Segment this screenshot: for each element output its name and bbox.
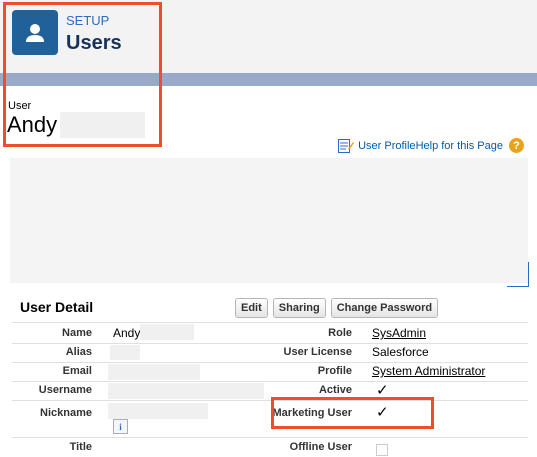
user-profile-icon	[338, 138, 355, 153]
field-label-nickname: Nickname	[40, 407, 92, 419]
section-title: User Detail	[20, 299, 94, 315]
redacted-block	[108, 364, 200, 380]
help-links: User Profile Help for this Page ?	[338, 138, 524, 153]
redacted-region-corner	[507, 262, 529, 287]
field-label-title: Title	[69, 441, 92, 453]
change-password-button[interactable]: Change Password	[330, 298, 439, 318]
highlight-box-marketing-user	[271, 397, 434, 429]
detail-buttons: Edit Sharing Change Password	[235, 298, 439, 318]
row-divider	[12, 381, 528, 382]
profile-link[interactable]: System Administrator	[372, 364, 485, 378]
row-divider	[12, 362, 528, 363]
role-value[interactable]: SysAdmin	[372, 326, 426, 340]
redacted-block	[108, 383, 264, 399]
role-link[interactable]: SysAdmin	[372, 326, 426, 340]
redacted-region	[10, 158, 528, 283]
field-value-user-license: Salesforce	[372, 345, 429, 359]
sharing-button[interactable]: Sharing	[272, 298, 326, 318]
field-label-role: Role	[328, 327, 352, 339]
row-divider	[12, 400, 528, 401]
field-label-name: Name	[62, 327, 92, 339]
redacted-block	[108, 403, 208, 419]
help-link[interactable]: Help for this Page	[416, 140, 503, 152]
field-label-user-license: User License	[283, 346, 352, 358]
user-profile-link[interactable]: User Profile	[358, 140, 415, 152]
info-icon[interactable]: i	[113, 419, 128, 434]
empty-checkbox-icon	[376, 444, 388, 456]
redacted-block	[110, 345, 140, 360]
field-label-active: Active	[318, 384, 352, 396]
help-icon[interactable]: ?	[509, 138, 524, 153]
field-label-alias: Alias	[65, 346, 92, 358]
field-label-profile: Profile	[317, 365, 352, 377]
field-value-name: Andy	[113, 326, 141, 340]
profile-value[interactable]: System Administrator	[372, 364, 485, 378]
field-label-email: Email	[62, 365, 92, 377]
redacted-block	[140, 324, 194, 340]
field-label-offline-user: Offline User	[289, 441, 352, 453]
field-label-username: Username	[38, 384, 92, 396]
row-divider	[12, 437, 528, 438]
edit-button[interactable]: Edit	[235, 298, 268, 318]
row-divider	[12, 322, 528, 323]
row-divider	[12, 343, 528, 344]
highlight-box-header	[3, 2, 162, 147]
